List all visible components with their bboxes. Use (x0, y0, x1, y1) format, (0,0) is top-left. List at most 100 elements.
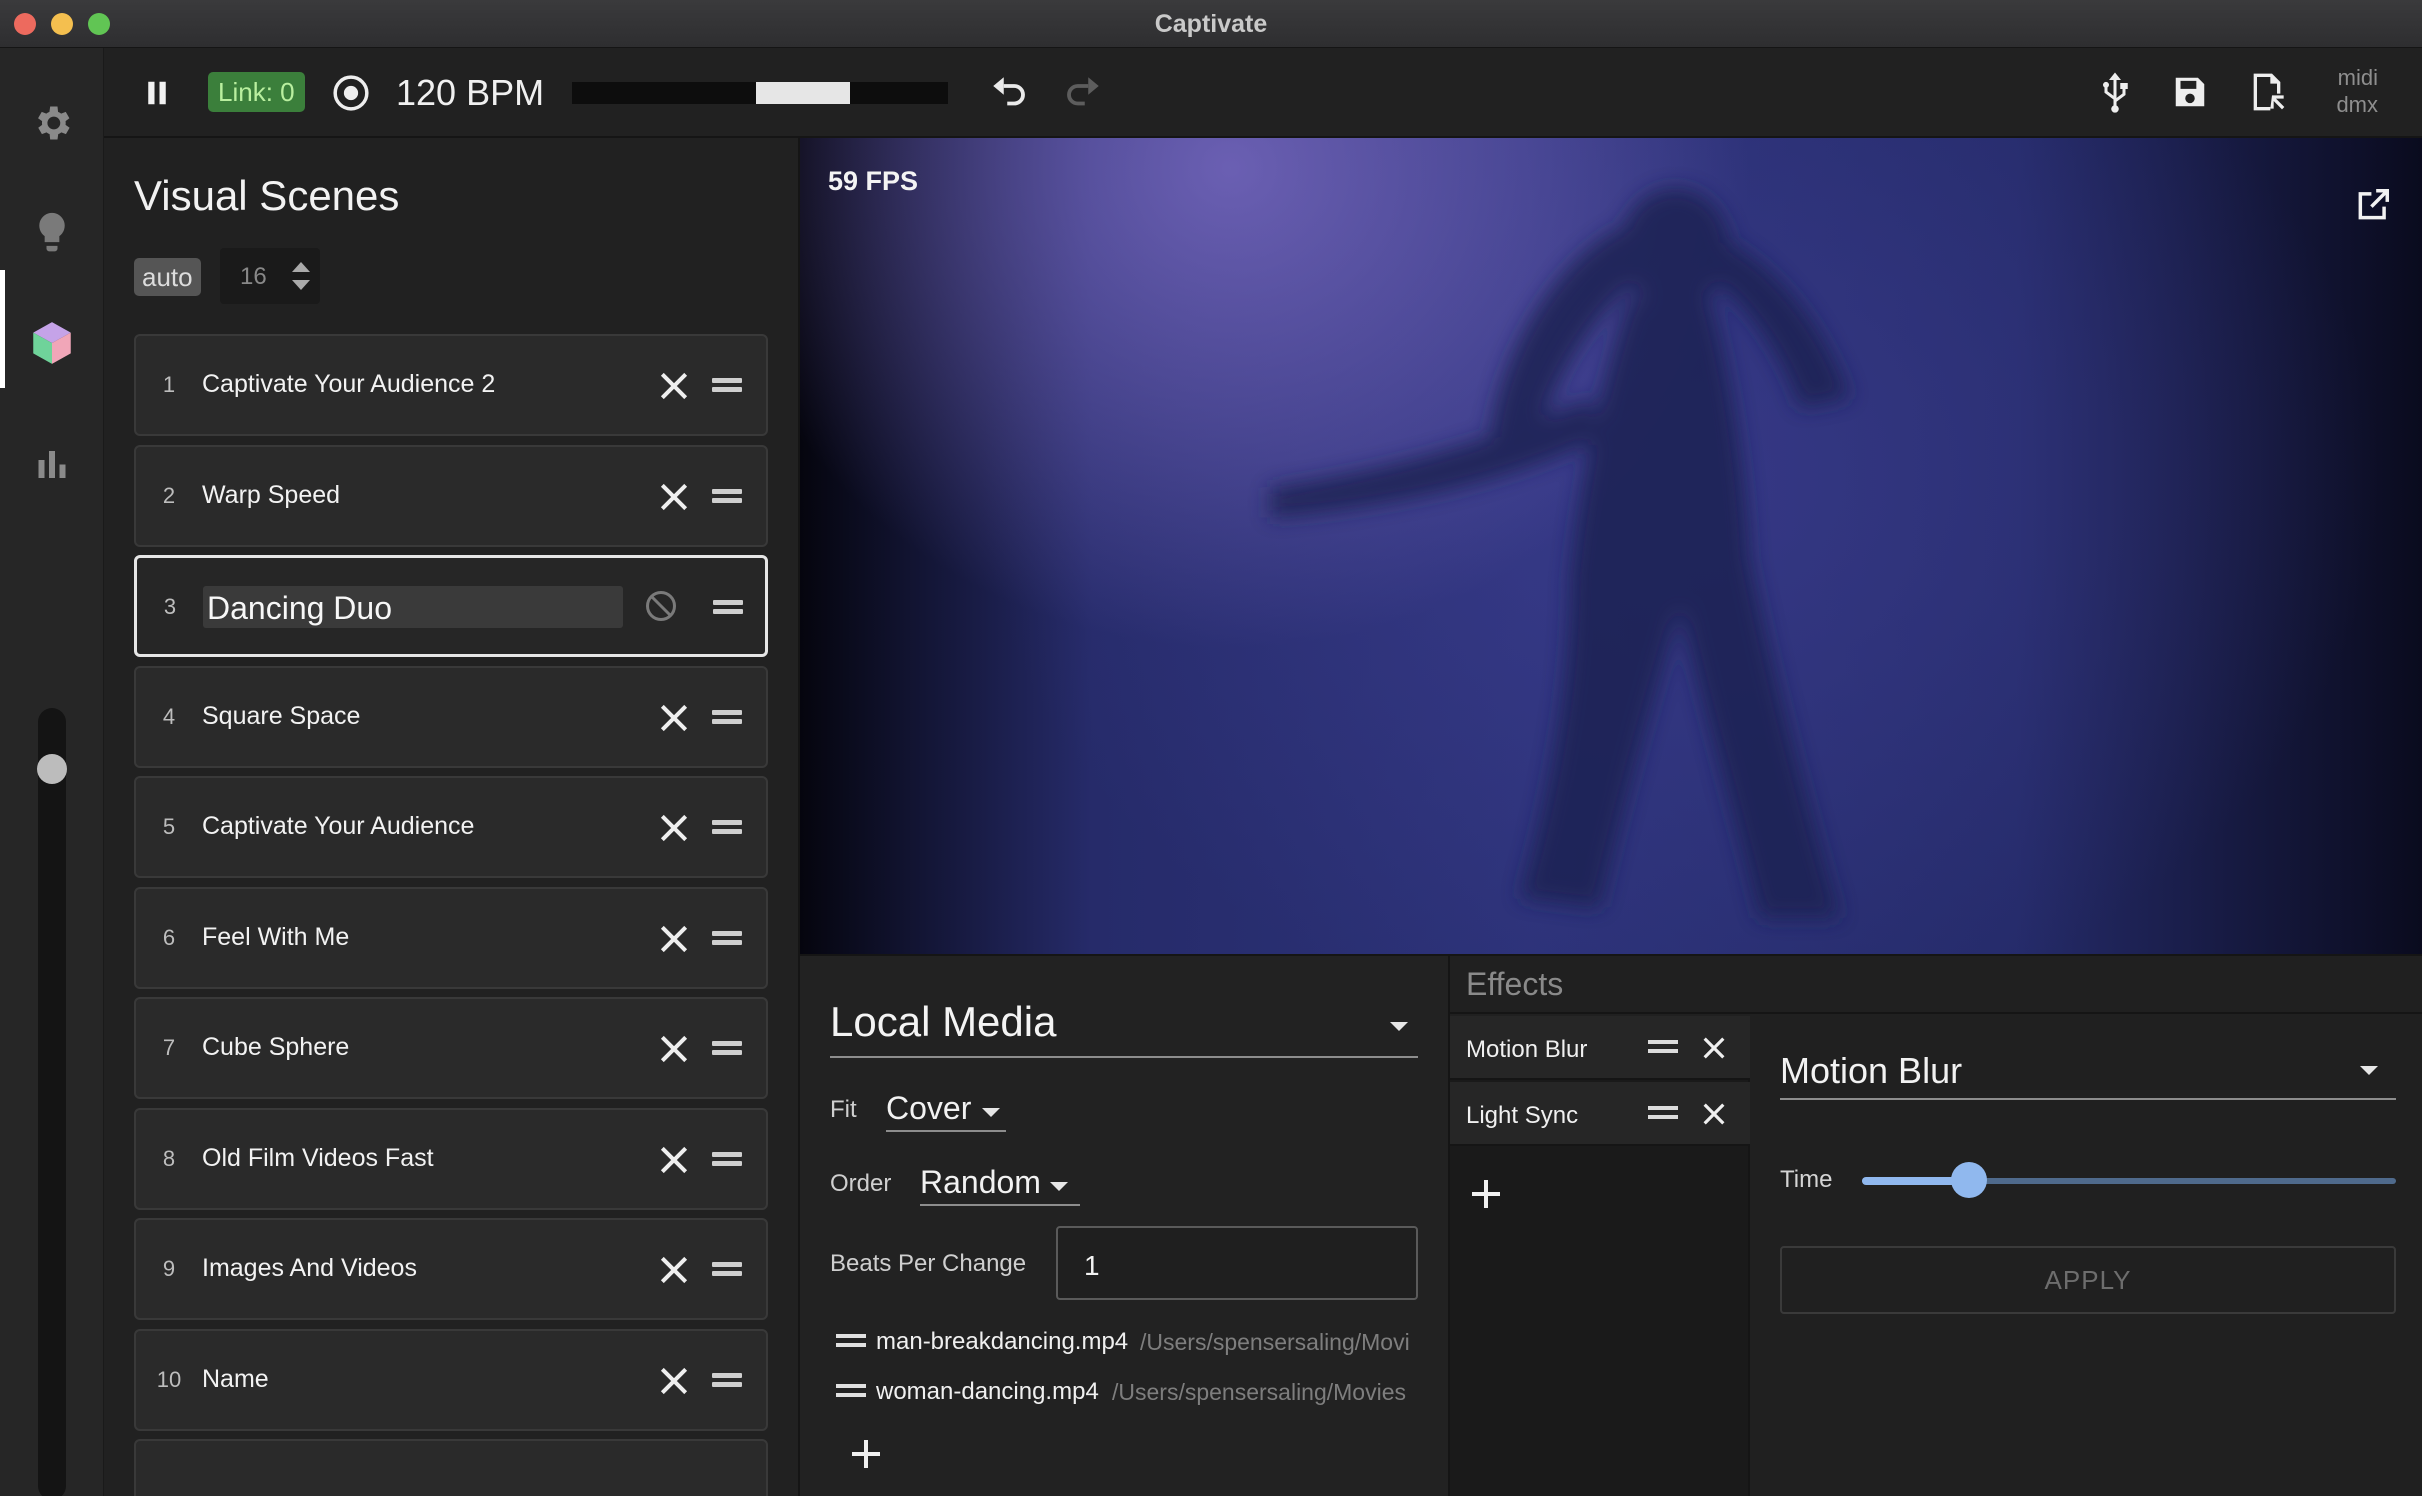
scene-card[interactable]: 5 Captivate Your Audience (134, 776, 768, 878)
scene-card[interactable]: 9 Images And Videos (134, 1218, 768, 1320)
delete-scene-icon[interactable] (654, 1361, 694, 1401)
delete-scene-icon[interactable] (654, 477, 694, 517)
scene-card[interactable]: 7 Cube Sphere (134, 997, 768, 1099)
beats-per-change-input[interactable]: 1 (1056, 1226, 1418, 1300)
drag-handle-icon[interactable] (712, 1037, 742, 1059)
save-icon[interactable] (2168, 70, 2212, 114)
drag-handle-icon[interactable] (712, 1148, 742, 1170)
effects-header: Effects (1450, 956, 2422, 1014)
undo-icon[interactable] (986, 70, 1032, 116)
file-path: /Users/spensersaling/Movies (1112, 1379, 1407, 1405)
order-select[interactable]: Random (920, 1158, 1080, 1206)
scene-name: Captivate Your Audience (202, 812, 475, 840)
dancer-silhouette (1270, 188, 1850, 918)
bar-chart-icon[interactable] (27, 438, 77, 488)
delete-scene-icon[interactable] (654, 919, 694, 959)
visualizer-preview: 59 FPS (800, 138, 2422, 954)
effect-item[interactable]: Motion Blur (1450, 1016, 1750, 1080)
scene-card[interactable]: 4 Square Space (134, 665, 768, 768)
file-name: woman-dancing.mp4 (876, 1378, 1099, 1405)
effect-name: Light Sync (1466, 1102, 1579, 1129)
scene-card[interactable]: 10 Name (134, 1328, 768, 1431)
effect-type-select[interactable]: Motion Blur (1780, 1036, 2396, 1100)
add-effect-icon[interactable] (1472, 1180, 1500, 1208)
cube-icon[interactable] (27, 318, 77, 368)
effect-item[interactable]: Light Sync (1450, 1082, 1750, 1146)
lightbulb-icon[interactable] (27, 208, 77, 258)
disabled-delete-icon (643, 588, 683, 628)
sidebar (0, 48, 104, 1496)
time-slider-thumb[interactable] (1951, 1162, 1987, 1198)
source-type-select[interactable]: Local Media (830, 998, 1418, 1058)
drag-handle-icon[interactable] (712, 1369, 742, 1391)
visual-scenes-panel: Visual Scenes auto 16 1 Captivate Your A… (104, 138, 800, 1496)
drag-handle-icon[interactable] (712, 485, 742, 507)
scene-number: 1 (162, 372, 176, 397)
delete-scene-icon[interactable] (654, 808, 694, 848)
scene-card[interactable]: 6 Feel With Me (134, 886, 768, 989)
master-slider-track[interactable] (38, 708, 66, 1496)
delete-scene-icon[interactable] (654, 366, 694, 406)
drag-handle-icon[interactable] (1648, 1106, 1678, 1120)
tap-tempo-icon[interactable] (330, 72, 372, 114)
add-media-icon[interactable] (852, 1440, 880, 1468)
fit-label: Fit (830, 1096, 857, 1123)
media-file-item[interactable]: man-breakdancing.mp4 /Users/spensersalin… (836, 1324, 1426, 1360)
drag-handle-icon[interactable] (836, 1384, 866, 1398)
media-file-item[interactable]: woman-dancing.mp4 /Users/spensersaling/M… (836, 1374, 1426, 1410)
stepper-up-icon[interactable] (292, 262, 310, 272)
scene-card[interactable]: 1 Captivate Your Audience 2 (134, 334, 768, 436)
scene-count-stepper[interactable]: 16 (220, 248, 320, 304)
scene-number: 2 (162, 482, 176, 508)
scene-card-selected[interactable]: 3 Dancing Duo (134, 555, 768, 657)
redo-icon[interactable] (1060, 70, 1106, 116)
stepper-down-icon[interactable] (292, 280, 310, 290)
scene-card-partial[interactable] (134, 1439, 768, 1496)
scene-name: Name (202, 1364, 269, 1393)
beats-per-change-label: Beats Per Change (830, 1250, 1027, 1277)
remove-effect-icon[interactable] (1698, 1098, 1730, 1130)
pause-icon[interactable] (138, 74, 176, 112)
scene-name: Captivate Your Audience 2 (202, 370, 496, 398)
scene-name-input[interactable]: Dancing Duo (203, 586, 623, 628)
master-slider-thumb[interactable] (37, 754, 67, 784)
usb-icon[interactable] (2092, 68, 2138, 116)
delete-scene-icon[interactable] (654, 1250, 694, 1290)
link-badge[interactable]: Link: 0 (208, 72, 305, 112)
auto-toggle-button[interactable]: auto (134, 258, 201, 296)
remove-effect-icon[interactable] (1698, 1032, 1730, 1064)
drag-handle-icon[interactable] (713, 596, 743, 618)
effect-type-value: Motion Blur (1780, 1050, 1963, 1091)
gear-icon[interactable] (27, 98, 77, 148)
effects-list: Motion Blur Light Sync (1450, 1016, 1750, 1496)
scene-list: 1 Captivate Your Audience 2 2 Warp Speed… (134, 334, 768, 1496)
scene-number: 7 (162, 1035, 176, 1060)
drag-handle-icon[interactable] (712, 1258, 742, 1280)
order-label: Order (830, 1170, 892, 1197)
media-source-panel: Local Media Fit Cover Order Random Beats… (800, 954, 1448, 1496)
scene-card[interactable]: 8 Old Film Videos Fast (134, 1107, 768, 1210)
drag-handle-icon[interactable] (836, 1334, 866, 1348)
scene-number: 10 (156, 1366, 182, 1392)
delete-scene-icon[interactable] (654, 1140, 694, 1180)
bpm-display[interactable]: 120 BPM (396, 68, 544, 118)
load-file-icon[interactable] (2244, 68, 2290, 116)
delete-scene-icon[interactable] (654, 1029, 694, 1069)
scene-name: Images And Videos (202, 1254, 417, 1282)
scene-name: Cube Sphere (202, 1033, 350, 1061)
effects-title: Effects (1466, 966, 1564, 1002)
fit-value: Cover (886, 1090, 972, 1126)
delete-scene-icon[interactable] (654, 698, 694, 738)
drag-handle-icon[interactable] (712, 374, 742, 396)
apply-button[interactable]: APPLY (1780, 1246, 2396, 1314)
scene-card[interactable]: 2 Warp Speed (134, 444, 768, 547)
drag-handle-icon[interactable] (712, 816, 742, 838)
fit-select[interactable]: Cover (886, 1084, 1006, 1132)
beat-progress-fill (756, 82, 850, 104)
chevron-down-icon (2360, 1066, 2378, 1075)
io-labels: midi dmx (2308, 64, 2378, 118)
drag-handle-icon[interactable] (712, 706, 742, 728)
drag-handle-icon[interactable] (712, 927, 742, 949)
open-external-icon[interactable] (2354, 186, 2392, 224)
drag-handle-icon[interactable] (1648, 1040, 1678, 1054)
